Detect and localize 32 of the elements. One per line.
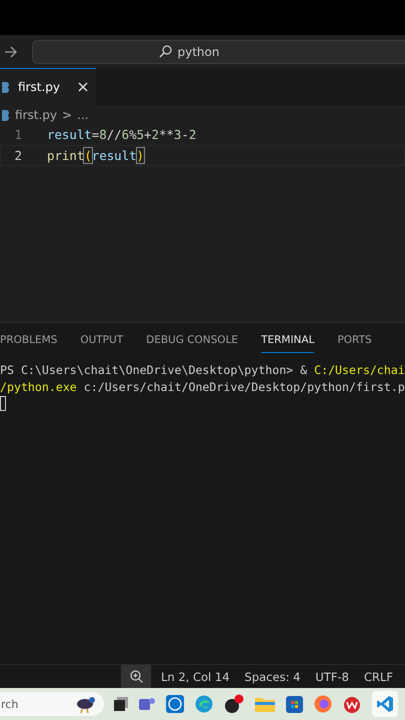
app-icon-with-badge[interactable] — [224, 694, 244, 714]
zoom-button[interactable] — [121, 665, 151, 688]
panel-tab[interactable]: DEBUG CONSOLE — [146, 328, 238, 352]
breadcrumb-file[interactable]: first.py — [15, 108, 57, 122]
store-icon[interactable] — [286, 696, 303, 712]
status-item[interactable]: UTF-8 — [315, 670, 349, 684]
status-item[interactable]: Ln 2, Col 14 — [161, 670, 230, 684]
office-app-icon[interactable] — [343, 695, 361, 713]
panel-tab[interactable]: OUTPUT — [80, 328, 124, 352]
panel-tab[interactable]: PORTS — [337, 328, 372, 352]
forward-arrow-icon[interactable] — [4, 46, 18, 58]
editor-tab[interactable]: first.py — [0, 68, 96, 105]
folder-icon[interactable] — [255, 696, 275, 712]
breadcrumb-separator: > — [62, 108, 72, 122]
breadcrumb-ellipsis[interactable]: ... — [77, 108, 88, 122]
command-search-field[interactable]: python — [32, 40, 405, 64]
terminal-line: /python.exe c:/Users/chait/OneDrive/Desktop/python/first.p — [0, 379, 405, 396]
task-view-icon[interactable] — [114, 697, 128, 711]
search-icon — [158, 45, 172, 58]
panel-tab[interactable]: PROBLEMS — [0, 328, 58, 352]
line-number: 2 — [14, 148, 22, 163]
code-line: print(result) — [47, 148, 144, 163]
status-item[interactable]: Spaces: 4 — [244, 670, 300, 684]
close-icon[interactable] — [78, 82, 88, 92]
taskbar-search-field[interactable]: rch — [0, 692, 104, 716]
panel-tab[interactable]: TERMINAL — [261, 328, 314, 352]
code-line: result=8//6%5+2**3-2 — [47, 127, 196, 142]
zoom-in-icon — [130, 670, 142, 683]
terminal-cursor — [0, 396, 6, 411]
terminal-line: PS C:\Users\chait\OneDrive\Desktop\python> & C:/Users/chai — [0, 362, 405, 379]
status-item[interactable]: CRLF — [364, 670, 393, 684]
line-number: 1 — [14, 127, 22, 142]
